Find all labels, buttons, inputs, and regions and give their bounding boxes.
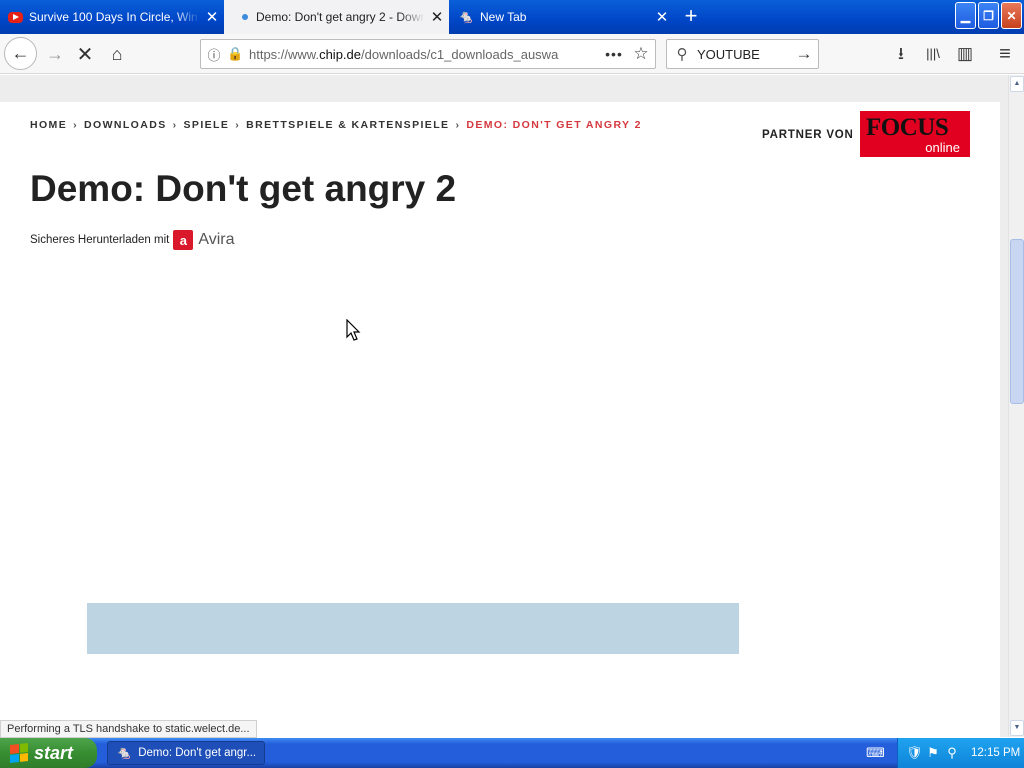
- page-actions-icon[interactable]: •••: [601, 46, 627, 62]
- focus-logo-sub: online: [925, 140, 960, 155]
- task-label: Demo: Don't get angr...: [138, 747, 257, 759]
- url-host: chip.de: [319, 46, 361, 62]
- status-text: Performing a TLS handshake to static.wel…: [0, 720, 257, 738]
- keyboard-icon[interactable]: ⌨: [866, 745, 885, 761]
- url-text[interactable]: https://www.chip.de/downloads/c1_downloa…: [243, 47, 601, 62]
- back-button[interactable]: ←: [4, 37, 37, 70]
- page-title: Demo: Don't get angry 2: [30, 168, 457, 209]
- chevron-right-icon: ›: [172, 119, 178, 131]
- url-path: /downloads/c1_downloads_auswa: [361, 46, 559, 62]
- scroll-up-icon[interactable]: ▲: [1010, 76, 1024, 92]
- bookmark-star-icon[interactable]: ☆: [627, 44, 655, 64]
- tab-youtube[interactable]: Survive 100 Days In Circle, Win $ ✕: [0, 0, 224, 34]
- taskbar-window-button[interactable]: 🐁 Demo: Don't get angr...: [107, 741, 265, 765]
- search-icon: ⚲: [676, 46, 688, 63]
- sidebar-icon[interactable]: ▥: [953, 42, 977, 66]
- tab-close-icon[interactable]: ✕: [425, 8, 449, 26]
- avira-logo[interactable]: a Avira: [173, 230, 235, 250]
- lock-icon: 🔒: [227, 46, 244, 61]
- tab-label: Demo: Don't get angry 2 - Downlo: [256, 10, 425, 24]
- tab-chip-demo[interactable]: Demo: Don't get angry 2 - Downlo ✕: [224, 0, 449, 34]
- address-bar[interactable]: ⓘ 🔒 https://www.chip.de/downloads/c1_dow…: [200, 39, 656, 69]
- vertical-scrollbar[interactable]: ▲ ▼: [1008, 75, 1024, 737]
- tab-label: Survive 100 Days In Circle, Win $: [29, 10, 200, 24]
- windows-logo-icon: [10, 743, 28, 763]
- info-icon[interactable]: ⓘ: [201, 45, 227, 64]
- chevron-right-icon: ›: [73, 119, 79, 131]
- page-content: HOME › DOWNLOADS › SPIELE › BRETTSPIELE & KART…: [0, 102, 1000, 737]
- forward-button[interactable]: →: [40, 39, 70, 69]
- tab-close-icon[interactable]: ✕: [200, 8, 224, 26]
- stop-loading-button[interactable]: ✕: [70, 39, 100, 69]
- scroll-down-icon[interactable]: ▼: [1010, 720, 1024, 736]
- maximize-button[interactable]: ❐: [978, 2, 999, 29]
- download-icon[interactable]: ⭳: [889, 42, 913, 66]
- focus-online-logo[interactable]: FOCUS online: [860, 111, 970, 157]
- magnifier-icon[interactable]: ⚲: [944, 745, 960, 761]
- breadcrumb-home[interactable]: HOME: [30, 119, 67, 131]
- tab-new[interactable]: 🐁 New Tab ✕: [450, 0, 674, 34]
- breadcrumb-downloads[interactable]: DOWNLOADS: [84, 119, 167, 131]
- menu-icon[interactable]: ≡: [993, 42, 1017, 66]
- security-shield-icon[interactable]: 🛡: [906, 745, 923, 761]
- loading-dot-icon: [242, 14, 248, 20]
- search-box[interactable]: ⚲ YOUTUBE →: [666, 39, 819, 69]
- scroll-thumb[interactable]: [1010, 239, 1024, 404]
- breadcrumb-spiele[interactable]: SPIELE: [184, 119, 230, 131]
- windows-taskbar: start 🐁 Demo: Don't get angr... ⌨ 🛡 ⚑ ⚲ …: [0, 738, 1024, 768]
- tab-label: New Tab: [480, 10, 527, 24]
- youtube-icon: [8, 11, 23, 23]
- avira-icon: a: [173, 230, 194, 250]
- avira-name: Avira: [198, 231, 235, 248]
- start-button[interactable]: start: [0, 738, 97, 768]
- new-tab-button[interactable]: +: [677, 4, 705, 30]
- breadcrumb-current: DEMO: DON'T GET ANGRY 2: [466, 119, 642, 131]
- search-go-icon[interactable]: →: [790, 44, 818, 64]
- close-window-button[interactable]: ✕: [1001, 2, 1022, 29]
- tab-strip: Survive 100 Days In Circle, Win $ ✕ Demo…: [0, 0, 1024, 34]
- safe-download-note: Sicheres Herunterladen mit a Avira: [30, 230, 235, 250]
- start-label: start: [34, 742, 74, 763]
- mouse-icon: 🐁: [458, 9, 475, 24]
- page-viewport: HOME › DOWNLOADS › SPIELE › BRETTSPIELE & KART…: [0, 75, 1008, 737]
- network-icon[interactable]: ⚑: [925, 745, 941, 761]
- url-prefix: https://www.: [249, 46, 320, 62]
- mouse-cursor-icon: [346, 319, 361, 341]
- chevron-right-icon: ›: [235, 119, 241, 131]
- search-input[interactable]: YOUTUBE: [697, 47, 790, 62]
- navigation-toolbar: ← → ✕ ⌂ ⓘ 🔒 https://www.chip.de/download…: [0, 34, 1024, 74]
- focus-logo-main: FOCUS: [866, 114, 949, 141]
- tab-close-icon[interactable]: ✕: [650, 8, 674, 26]
- ad-placeholder: [87, 603, 739, 654]
- clock: 12:15 PM: [971, 747, 1021, 759]
- home-button[interactable]: ⌂: [102, 39, 132, 69]
- breadcrumb-brettspiele[interactable]: BRETTSPIELE & KARTENSPIELE: [246, 119, 449, 131]
- minimize-button[interactable]: ▁: [955, 2, 976, 29]
- system-tray: 🛡 ⚑ ⚲ 12:15 PM: [897, 738, 1024, 768]
- breadcrumb: HOME › DOWNLOADS › SPIELE › BRETTSPIELE & KART…: [30, 119, 642, 131]
- mouse-icon: 🐁: [116, 745, 133, 760]
- safe-download-text: Sicheres Herunterladen mit: [30, 234, 170, 246]
- library-icon[interactable]: |||\: [921, 42, 945, 66]
- chevron-right-icon: ›: [455, 119, 461, 131]
- partner-label: PARTNER VON: [762, 129, 854, 141]
